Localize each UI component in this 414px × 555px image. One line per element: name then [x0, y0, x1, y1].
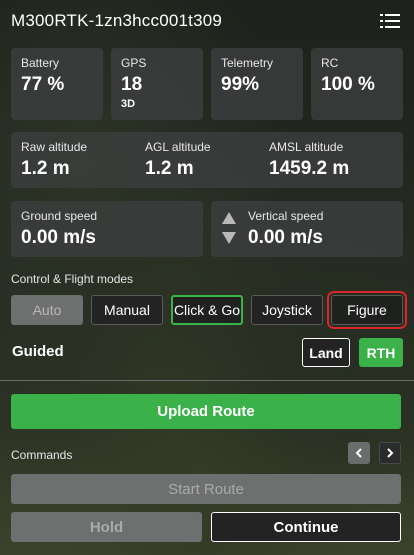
commands-label: Commands: [11, 448, 73, 462]
chevron-right-icon: [387, 448, 394, 458]
manual-mode-button[interactable]: Manual: [91, 295, 163, 325]
agl-altitude-label: AGL altitude: [145, 140, 211, 154]
vertical-speed-card: Vertical speed 0.00 m/s: [211, 201, 403, 257]
amsl-altitude-label: AMSL altitude: [269, 140, 344, 154]
click-go-mode-button[interactable]: Click & Go: [171, 295, 243, 325]
ground-speed-value: 0.00 m/s: [21, 227, 96, 248]
menu-list-icon[interactable]: [380, 13, 400, 29]
battery-value: 77 %: [21, 74, 65, 95]
control-panel: M300RTK-1zn3hcc001t309 Battery 77 % GPS …: [0, 0, 414, 555]
previous-arrow-button[interactable]: [348, 442, 370, 464]
next-arrow-button[interactable]: [379, 442, 401, 464]
gps-value: 18: [121, 74, 143, 95]
rc-label: RC: [321, 56, 339, 70]
flight-mode-label: Guided: [12, 343, 64, 360]
header: M300RTK-1zn3hcc001t309: [0, 0, 414, 42]
gps-card: GPS 18 3D: [111, 48, 203, 120]
chevron-left-icon: [355, 448, 362, 458]
rc-card: RC 100 %: [311, 48, 403, 120]
land-button[interactable]: Land: [302, 338, 350, 367]
continue-button[interactable]: Continue: [211, 512, 401, 542]
gps-label: GPS: [121, 56, 147, 70]
raw-altitude-label: Raw altitude: [21, 140, 88, 154]
auto-mode-button[interactable]: Auto: [11, 295, 83, 325]
vertical-speed-value: 0.00 m/s: [248, 227, 323, 248]
gps-fix: 3D: [121, 98, 136, 110]
hold-button[interactable]: Hold: [11, 512, 202, 542]
battery-card: Battery 77 %: [11, 48, 103, 120]
telemetry-card: Telemetry 99%: [211, 48, 303, 120]
upload-route-button[interactable]: Upload Route: [11, 394, 401, 429]
telemetry-value: 99%: [221, 74, 260, 95]
ground-speed-card: Ground speed 0.00 m/s: [11, 201, 203, 257]
rc-value: 100 %: [321, 74, 375, 95]
raw-altitude-value: 1.2 m: [21, 158, 70, 179]
telemetry-label: Telemetry: [221, 56, 274, 70]
altitude-card: Raw altitude 1.2 m AGL altitude 1.2 m AM…: [11, 132, 403, 188]
agl-altitude-value: 1.2 m: [145, 158, 194, 179]
amsl-altitude-value: 1459.2 m: [269, 158, 350, 179]
divider: [0, 380, 414, 381]
battery-label: Battery: [21, 56, 60, 70]
figure-mode-button[interactable]: Figure: [327, 291, 407, 329]
start-route-button[interactable]: Start Route: [11, 474, 401, 504]
vertical-speed-label: Vertical speed: [248, 209, 324, 223]
vertical-speed-arrows-icon: [219, 209, 239, 247]
ground-speed-label: Ground speed: [21, 209, 98, 223]
drone-title: M300RTK-1zn3hcc001t309: [11, 11, 223, 30]
control-flight-modes-label: Control & Flight modes: [11, 272, 134, 286]
rth-button[interactable]: RTH: [359, 338, 403, 367]
joystick-mode-button[interactable]: Joystick: [251, 295, 323, 325]
